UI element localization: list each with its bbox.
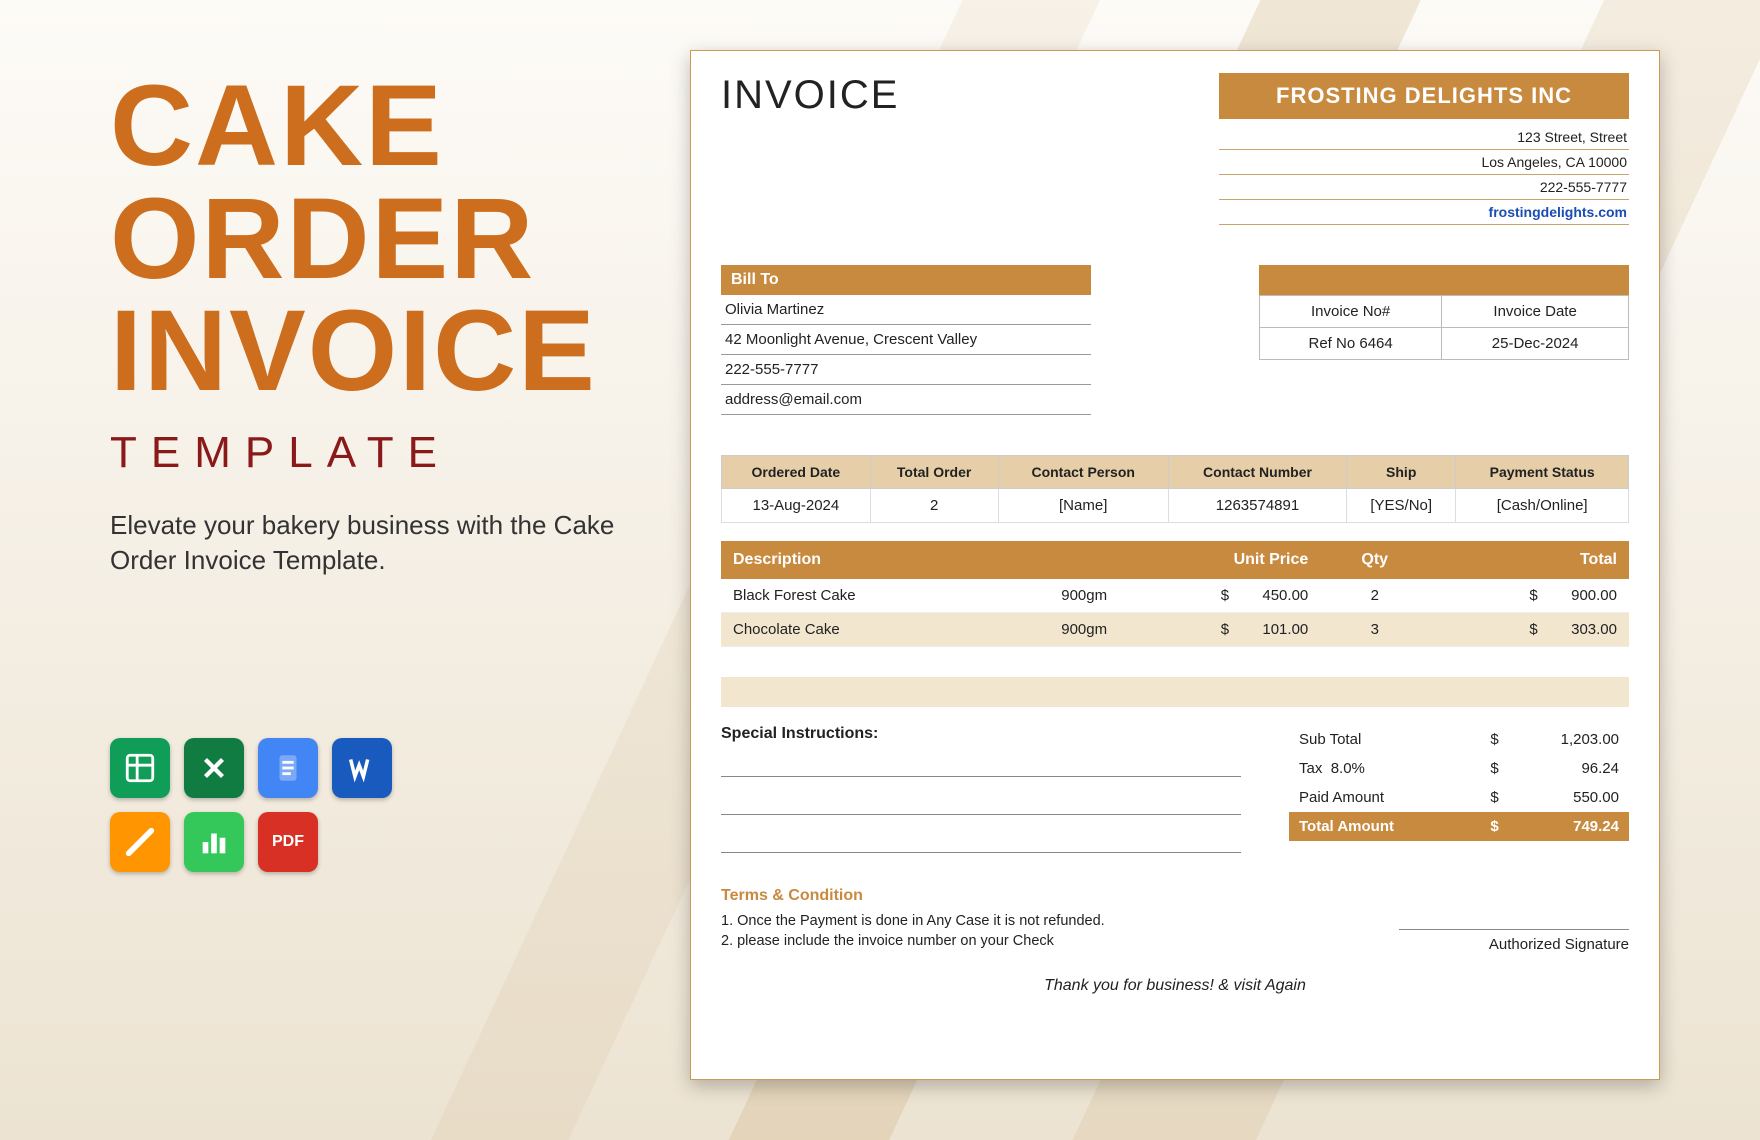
word-icon [332,738,392,798]
signature-block: Authorized Signature [1399,929,1629,953]
items-table: Description Unit Price Qty Total Black F… [721,541,1629,647]
terms-line: 1. Once the Payment is done in Any Case … [721,913,1105,929]
oh-1: Total Order [870,456,998,489]
numbers-icon [184,812,244,872]
invoice-preview-panel: INVOICE FROSTING DELIGHTS INC 123 Street… [690,0,1760,1140]
terms-title: Terms & Condition [721,887,1105,905]
google-sheets-icon [110,738,170,798]
company-name: FROSTING DELIGHTS INC [1219,73,1629,119]
ih-qty: Qty [1320,541,1429,579]
headline-3: INVOICE [110,295,660,408]
special-line [721,791,1241,815]
excel-icon [184,738,244,798]
headline-2: ORDER [110,183,660,296]
bill-to-address: 42 Moonlight Avenue, Crescent Valley [721,325,1091,355]
totals-block: Sub Total$1,203.00 Tax 8.0%$96.24 Paid A… [1289,725,1629,867]
spacer-band [721,677,1629,707]
order-row: 13-Aug-2024 2 [Name] 1263574891 [YES/No]… [722,489,1629,523]
invoice-title: INVOICE [721,73,899,118]
format-icons: PDF [110,738,450,872]
oh-0: Ordered Date [722,456,871,489]
company-street: 123 Street, Street [1219,125,1629,150]
signature-label: Authorized Signature [1399,929,1629,953]
oh-4: Ship [1347,456,1456,489]
headline-1: CAKE [110,70,660,183]
terms-line: 2. please include the invoice number on … [721,933,1105,949]
promo-subhead: TEMPLATE [110,428,660,478]
invoice-date: 25-Dec-2024 [1442,328,1629,360]
pages-icon [110,812,170,872]
invoice-sheet: INVOICE FROSTING DELIGHTS INC 123 Street… [690,50,1660,1080]
company-block: FROSTING DELIGHTS INC 123 Street, Street… [1219,73,1629,225]
invoice-meta: Invoice No# Invoice Date Ref No 6464 25-… [1259,265,1629,415]
oh-5: Payment Status [1456,456,1629,489]
ih-unit: Unit Price [1139,541,1321,579]
promo-tagline: Elevate your bakery business with the Ca… [110,508,660,578]
google-docs-icon [258,738,318,798]
bill-to-email: address@email.com [721,385,1091,415]
oh-2: Contact Person [998,456,1168,489]
bill-to-name: Olivia Martinez [721,295,1091,325]
item-row: Chocolate Cake 900gm $ 101.00 3 $ 303.00 [721,613,1629,647]
special-instructions: Special Instructions: [721,725,1289,867]
special-label: Special Instructions: [721,725,1289,743]
grand-total-row: Total Amount$749.24 [1289,812,1629,841]
thank-you-text: Thank you for business! & visit Again [721,977,1629,995]
special-line [721,829,1241,853]
special-line [721,753,1241,777]
terms-block: Terms & Condition 1. Once the Payment is… [721,887,1105,953]
invoice-ref: Ref No 6464 [1260,328,1442,360]
order-summary-table: Ordered Date Total Order Contact Person … [721,455,1629,523]
promo-headline: CAKE ORDER INVOICE [110,70,660,408]
ih-total: Total [1429,541,1629,579]
company-city: Los Angeles, CA 10000 [1219,150,1629,175]
oh-3: Contact Number [1168,456,1346,489]
bill-to-block: Bill To Olivia Martinez 42 Moonlight Ave… [721,265,1091,415]
invoice-date-label: Invoice Date [1442,296,1629,328]
promo-panel: CAKE ORDER INVOICE TEMPLATE Elevate your… [0,0,690,1140]
item-row: Black Forest Cake 900gm $ 450.00 2 $ 900… [721,579,1629,613]
company-phone: 222-555-7777 [1219,175,1629,200]
pdf-icon: PDF [258,812,318,872]
bill-to-phone: 222-555-7777 [721,355,1091,385]
bill-to-label: Bill To [721,265,1091,295]
invoice-no-label: Invoice No# [1260,296,1442,328]
company-website[interactable]: frostingdelights.com [1219,200,1629,225]
ih-desc: Description [721,541,1030,579]
